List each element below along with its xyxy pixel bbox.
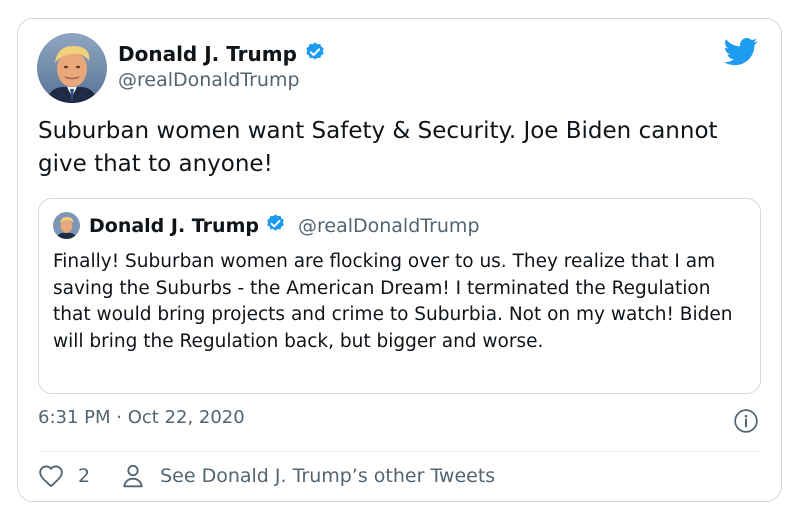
quoted-tweet-text: Finally! Suburban women are flocking ove… <box>53 251 733 352</box>
tweet-card[interactable]: Donald J. Trump @realDonaldTrump Suburba… <box>17 18 782 502</box>
divider <box>38 451 761 452</box>
quoted-author-avatar[interactable] <box>53 212 80 239</box>
verified-badge-icon <box>265 213 286 238</box>
author-name[interactable]: Donald J. Trump <box>118 42 297 66</box>
quoted-author-handle[interactable]: @realDonaldTrump <box>298 215 480 237</box>
tweet-timestamp[interactable]: 6:31 PM · Oct 22, 2020 <box>38 407 245 428</box>
person-icon[interactable] <box>122 464 144 488</box>
see-other-tweets-link[interactable]: See Donald J. Trump’s other Tweets <box>160 465 495 487</box>
verified-badge-icon <box>304 41 326 67</box>
author-handle[interactable]: @realDonaldTrump <box>118 69 300 91</box>
quoted-author-name[interactable]: Donald J. Trump <box>89 215 259 237</box>
author-avatar[interactable] <box>37 33 107 103</box>
quoted-tweet[interactable]: Donald J. Trump @realDonaldTrump Finally… <box>38 198 761 394</box>
twitter-bird-icon[interactable] <box>724 37 758 66</box>
info-icon[interactable] <box>733 408 759 434</box>
like-count[interactable]: 2 <box>78 465 90 487</box>
tweet-text: Suburban women want Safety & Security. J… <box>38 118 718 177</box>
heart-icon[interactable] <box>38 464 64 488</box>
tweet-actions: 2 See Donald J. Trump’s other Tweets <box>38 464 495 488</box>
